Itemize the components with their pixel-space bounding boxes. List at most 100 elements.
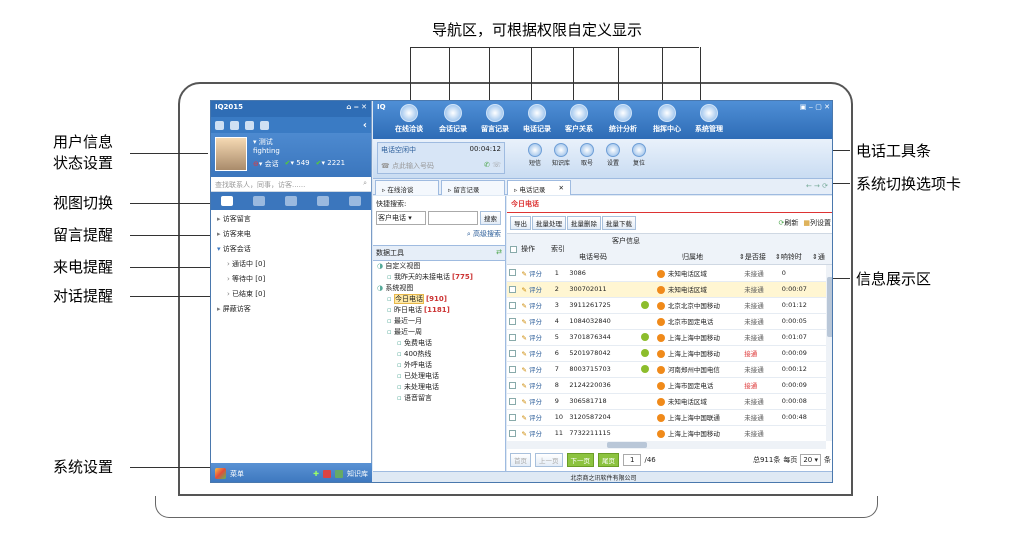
nav-stats[interactable]: 统计分析 bbox=[601, 104, 645, 134]
next-page-button[interactable]: 下一页 bbox=[566, 453, 594, 467]
view-tree-item[interactable]: ◑ 系统视图 bbox=[373, 283, 505, 294]
view-tree-item[interactable]: ▫ 今日电话 [910] bbox=[373, 294, 505, 305]
per-page-select[interactable]: 20 ▾ bbox=[800, 454, 821, 466]
table-row[interactable]: ✎ 评分 11 7732211115 上海上海中国移动 未接通 bbox=[507, 425, 832, 441]
visitor-tree-item[interactable]: ▾ 访客会话 bbox=[211, 243, 371, 256]
tab-1[interactable]: ▹ 留言记录 bbox=[441, 180, 505, 195]
row-checkbox[interactable] bbox=[509, 285, 516, 293]
row-checkbox[interactable] bbox=[509, 349, 516, 357]
view-tree-item[interactable]: ▫ 我昨天的未接电话 [775] bbox=[373, 272, 505, 283]
rate-link[interactable]: 评分 bbox=[529, 398, 542, 406]
call-icon[interactable]: ✆ bbox=[484, 161, 490, 169]
mail-icon[interactable] bbox=[215, 120, 224, 130]
table-row[interactable]: ✎ 评分 10 3120587204 上海上海中国联通 未接通 0:00:48 bbox=[507, 409, 832, 426]
rate-link[interactable]: 评分 bbox=[529, 366, 542, 374]
avatar[interactable] bbox=[215, 137, 247, 171]
view-tree-item[interactable]: ▫ 免费电话 bbox=[373, 338, 505, 349]
visitor-tree-item[interactable]: ▸ 屏蔽访客 bbox=[211, 303, 371, 316]
row-checkbox[interactable] bbox=[509, 381, 516, 389]
view-tree-item[interactable]: ▫ 最近一月 bbox=[373, 316, 505, 327]
settings-button[interactable]: 设置 bbox=[601, 143, 625, 167]
edit-icon[interactable]: ✎ bbox=[521, 286, 529, 294]
view-tree-item[interactable]: ▫ 已处理电话 bbox=[373, 371, 505, 382]
horizontal-scrollbar[interactable] bbox=[507, 441, 826, 449]
table-row[interactable]: ✎ 评分 7 8003715703 河南郑州中国电信 未接通 0:00:12 bbox=[507, 361, 832, 378]
select-all-checkbox[interactable] bbox=[510, 246, 517, 253]
view-tree-item[interactable]: ◑ 自定义视图 bbox=[373, 261, 505, 272]
nav-command[interactable]: 指挥中心 bbox=[645, 104, 689, 134]
tab-contact-icon[interactable] bbox=[253, 196, 265, 206]
page-input[interactable]: 1 bbox=[623, 454, 642, 466]
table-row[interactable]: ✎ 评分 1 3086 未知电话区域 未接通 0 bbox=[507, 265, 832, 282]
header-call[interactable]: ⇕通 bbox=[812, 252, 825, 262]
window-controls[interactable]: ⌂ ‒ ✕ bbox=[346, 103, 367, 115]
first-page-button[interactable]: 首页 bbox=[510, 453, 531, 467]
vertical-scrollbar[interactable] bbox=[826, 265, 832, 441]
tab-history-icon[interactable] bbox=[349, 196, 361, 206]
contact-search-input[interactable]: 查找联系人，同事，访客...... ⌕ bbox=[211, 177, 371, 192]
nav-history[interactable]: 会话记录 bbox=[431, 104, 475, 134]
edit-icon[interactable]: ✎ bbox=[521, 430, 529, 438]
row-checkbox[interactable] bbox=[509, 269, 516, 277]
rate-link[interactable]: 评分 bbox=[529, 302, 542, 310]
row-checkbox[interactable] bbox=[509, 333, 516, 341]
reset-button[interactable]: 复位 bbox=[627, 143, 651, 167]
table-row[interactable]: ✎ 评分 8 2124220036 上海市固定电话 接通 0:00:09 bbox=[507, 377, 832, 394]
grid-icon[interactable] bbox=[230, 120, 239, 130]
refresh-tree-icon[interactable]: ⇄ bbox=[496, 248, 502, 256]
rate-link[interactable]: 评分 bbox=[529, 414, 542, 422]
edit-icon[interactable]: ✎ bbox=[521, 302, 529, 310]
toolbar-button-0[interactable]: 导出 bbox=[510, 216, 531, 230]
toolbar-button-1[interactable]: 批量处理 bbox=[532, 216, 566, 230]
menu-logo-icon[interactable] bbox=[215, 468, 226, 479]
view-tree-item[interactable]: ▫ 未处理电话 bbox=[373, 382, 505, 393]
visitor-tree-item[interactable]: ▸ 访客留言 bbox=[211, 213, 371, 226]
fetch-number-button[interactable]: 取号 bbox=[575, 143, 599, 167]
edit-icon[interactable]: ✎ bbox=[521, 270, 529, 278]
refresh-button[interactable]: ⟳刷新 bbox=[779, 218, 799, 228]
row-checkbox[interactable] bbox=[509, 397, 516, 405]
search-field-select[interactable]: 客户电话 ▾ bbox=[376, 211, 426, 225]
user-signature[interactable]: fighting bbox=[253, 147, 280, 155]
record-icon[interactable] bbox=[641, 333, 650, 341]
table-row[interactable]: ✎ 评分 2 300702011 未知电话区域 未接通 0:00:07 bbox=[507, 281, 832, 298]
table-row[interactable]: ✎ 评分 9 306581718 未知电话区域 未接通 0:00:08 bbox=[507, 393, 832, 410]
nav-chat[interactable]: 在线洽谈 bbox=[387, 104, 431, 134]
rate-link[interactable]: 评分 bbox=[529, 430, 542, 438]
view-tree-item[interactable]: ▫ 最近一周 bbox=[373, 327, 505, 338]
prev-page-button[interactable]: 上一页 bbox=[535, 453, 563, 467]
edit-icon[interactable]: ✎ bbox=[521, 366, 529, 374]
nav-phone-record[interactable]: 电话记录 bbox=[515, 104, 559, 134]
rate-link[interactable]: 评分 bbox=[529, 318, 542, 326]
header-answered[interactable]: ⇕是否接 bbox=[739, 252, 766, 262]
last-page-button[interactable]: 尾页 bbox=[598, 453, 619, 467]
advanced-search-link[interactable]: ⌕ 高级搜索 bbox=[373, 227, 505, 241]
header-phone[interactable]: 电话号码 bbox=[579, 252, 607, 262]
rate-link[interactable]: 评分 bbox=[529, 270, 542, 278]
row-checkbox[interactable] bbox=[509, 301, 516, 309]
rate-link[interactable]: 评分 bbox=[529, 286, 542, 294]
view-tree-item[interactable]: ▫ 400热线 bbox=[373, 349, 505, 360]
knowledge-base-button[interactable]: 知识库 bbox=[347, 469, 368, 479]
header-location[interactable]: 归属地 bbox=[682, 252, 703, 262]
main-window-controls[interactable]: ▣ ‒ ▢ ✕ bbox=[800, 103, 830, 111]
row-checkbox[interactable] bbox=[509, 317, 516, 325]
edit-icon[interactable]: ✎ bbox=[521, 382, 529, 390]
record-icon[interactable] bbox=[641, 365, 650, 373]
kb-button[interactable]: 知识库 bbox=[549, 143, 573, 167]
visitor-tree-item[interactable]: › 通话中 [0] bbox=[211, 258, 371, 271]
rate-link[interactable]: 评分 bbox=[529, 382, 542, 390]
record-icon[interactable] bbox=[641, 301, 650, 309]
row-checkbox[interactable] bbox=[509, 429, 516, 437]
status-selector[interactable]: ⊖▾ 会话 bbox=[253, 159, 279, 169]
visitor-tree-item[interactable]: › 已结束 [0] bbox=[211, 288, 371, 301]
nav-crm[interactable]: 客户关系 bbox=[557, 104, 601, 134]
add-icon[interactable]: ✚ bbox=[313, 470, 319, 478]
app-icon[interactable] bbox=[323, 469, 331, 478]
tab-group-icon[interactable] bbox=[317, 196, 329, 206]
edit-icon[interactable]: ✎ bbox=[521, 318, 529, 326]
nav-message[interactable]: 留言记录 bbox=[473, 104, 517, 134]
quick-search-input[interactable] bbox=[428, 211, 478, 225]
nav-admin[interactable]: 系统管理 bbox=[687, 104, 731, 134]
visitor-tree-item[interactable]: › 等待中 [0] bbox=[211, 273, 371, 286]
